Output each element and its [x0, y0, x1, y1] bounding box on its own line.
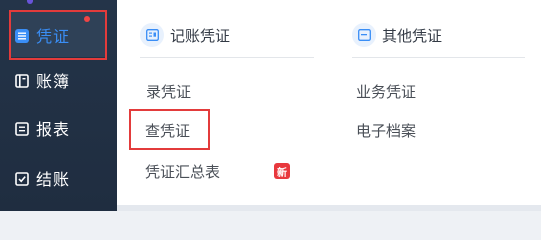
sidebar-item-label: 结账 [36, 170, 71, 189]
sidebar-item-ledger[interactable]: 账簿 [0, 58, 117, 102]
window-icon [352, 23, 376, 47]
sparkle-decoration [27, 0, 33, 4]
sidebar-item-label: 凭证 [36, 26, 71, 46]
link-electronic-archive[interactable]: 电子档案 [356, 120, 416, 141]
link-voucher-summary[interactable]: 凭证汇总表 [145, 161, 220, 182]
sidebar-item-report[interactable]: 报表 [0, 106, 117, 150]
book-icon [15, 73, 29, 88]
sidebar-item-label: 报表 [36, 120, 71, 139]
new-badge: 新 [274, 163, 290, 179]
link-business-voucher[interactable]: 业务凭证 [356, 81, 416, 102]
link-enter-voucher[interactable]: 录凭证 [146, 81, 191, 102]
sidebar-item-checkout[interactable]: 结账 [0, 156, 117, 200]
checkout-icon [15, 171, 29, 186]
group-header-accounting-voucher: 记账凭证 [140, 22, 230, 48]
voucher-icon [140, 23, 164, 47]
sidebar: 凭证 账簿 报表 结账 [0, 0, 117, 211]
group-header-other-voucher: 其他凭证 [352, 22, 442, 48]
link-view-voucher[interactable]: 查凭证 [145, 120, 190, 141]
notification-dot [84, 16, 90, 22]
report-icon [15, 121, 29, 136]
sidebar-item-label: 账簿 [36, 72, 71, 91]
list-icon [15, 28, 29, 43]
panel-shadow [117, 205, 541, 211]
group-title: 其他凭证 [382, 26, 443, 45]
group-divider [140, 57, 314, 58]
group-title: 记账凭证 [170, 26, 231, 45]
sidebar-item-voucher[interactable]: 凭证 [11, 12, 106, 57]
group-divider [352, 57, 525, 58]
